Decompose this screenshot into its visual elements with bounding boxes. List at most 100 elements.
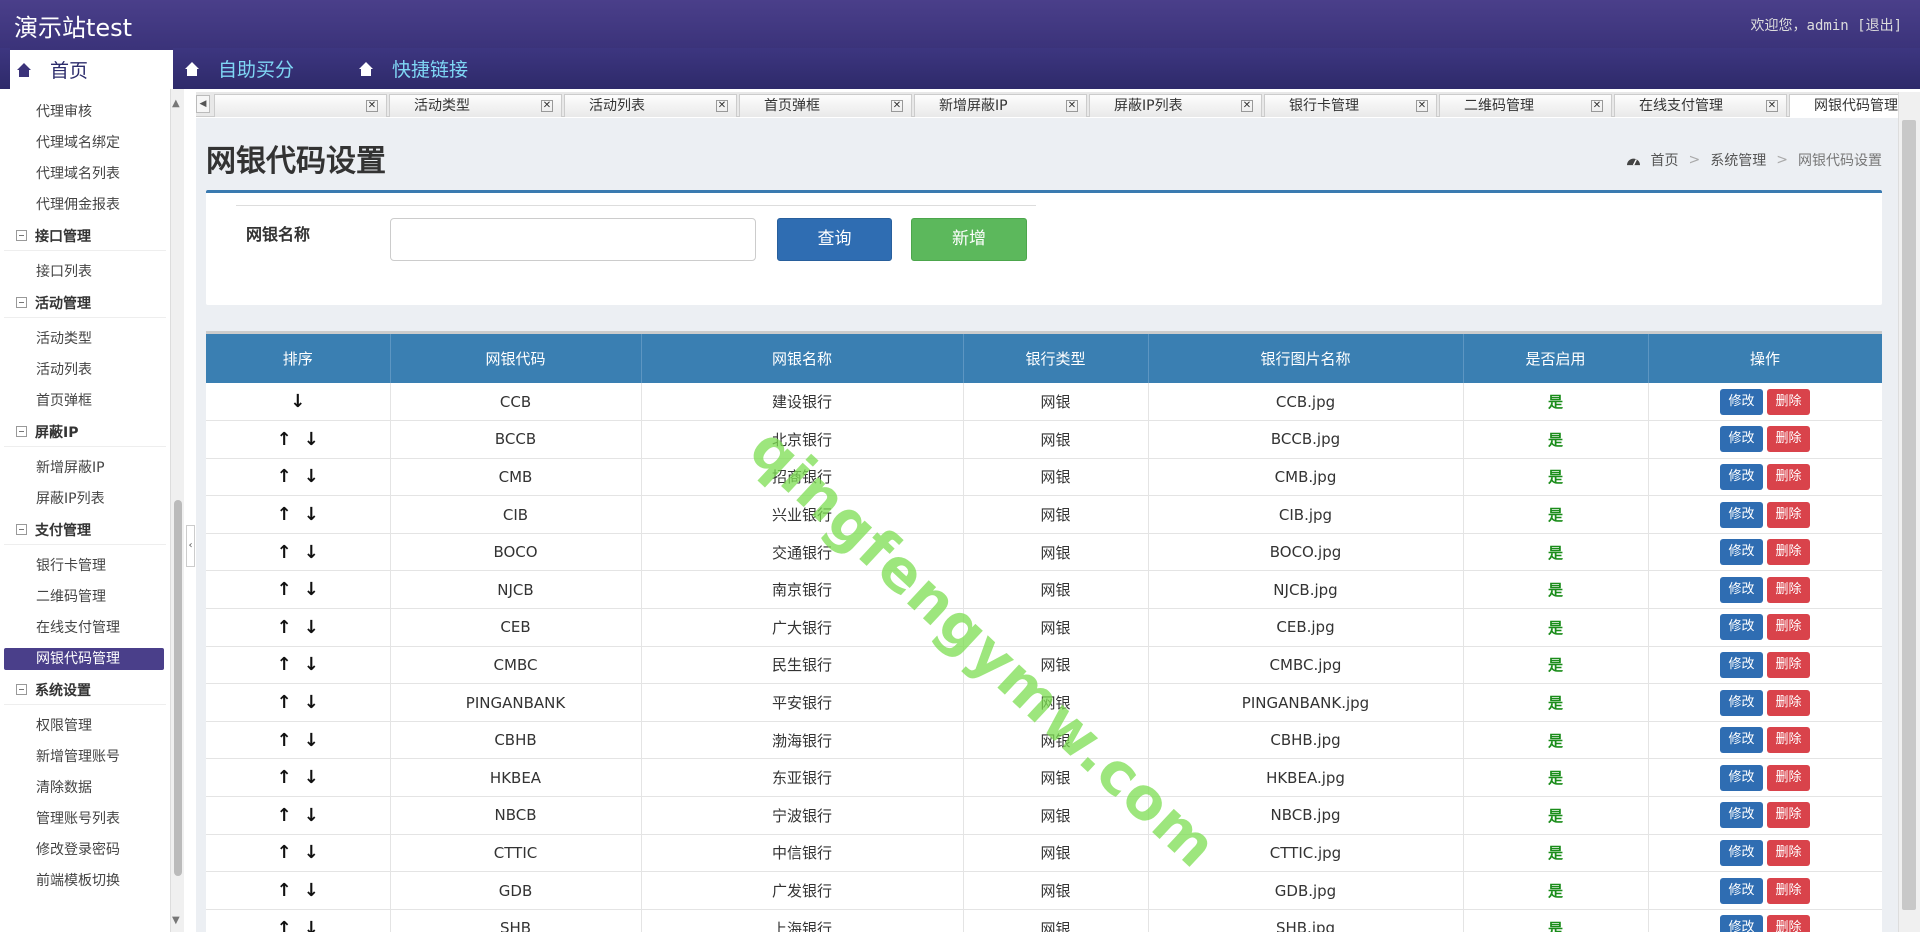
sidebar-item[interactable]: 代理域名列表	[0, 159, 170, 190]
move-up-icon[interactable]: ↑	[277, 692, 292, 713]
close-icon[interactable]: ✕	[366, 100, 378, 112]
sidebar-section[interactable]: 接口管理	[4, 221, 166, 251]
sidebar-item[interactable]: 网银代码管理	[4, 648, 164, 670]
delete-button[interactable]: 删除	[1767, 764, 1810, 791]
page-scroll-thumb[interactable]	[1902, 120, 1916, 910]
edit-button[interactable]: 修改	[1720, 539, 1763, 566]
sidebar-section[interactable]: 支付管理	[4, 515, 166, 545]
sidebar-item[interactable]: 代理域名绑定	[0, 128, 170, 159]
add-button[interactable]: 新增	[911, 218, 1027, 261]
edit-button[interactable]: 修改	[1720, 689, 1763, 716]
move-down-icon[interactable]: ↓	[304, 617, 319, 638]
move-down-icon[interactable]: ↓	[304, 918, 319, 932]
edit-button[interactable]: 修改	[1720, 915, 1763, 932]
move-up-icon[interactable]: ↑	[277, 429, 292, 450]
move-down-icon[interactable]: ↓	[304, 429, 319, 450]
sidebar-section[interactable]: 系统设置	[4, 675, 166, 705]
delete-button[interactable]: 删除	[1767, 802, 1810, 829]
tab[interactable]: ✕ 二维码管理	[1439, 94, 1612, 117]
breadcrumb-home[interactable]: 首页	[1651, 150, 1679, 170]
edit-button[interactable]: 修改	[1720, 839, 1763, 866]
sidebar-scroll-thumb[interactable]	[174, 500, 182, 876]
close-icon[interactable]: ✕	[716, 100, 728, 112]
edit-button[interactable]: 修改	[1720, 576, 1763, 603]
breadcrumb-system[interactable]: 系统管理	[1710, 150, 1766, 170]
move-up-icon[interactable]: ↑	[277, 842, 292, 863]
sidebar-item[interactable]: 权限管理	[0, 711, 170, 742]
delete-button[interactable]: 删除	[1767, 839, 1810, 866]
delete-button[interactable]: 删除	[1767, 539, 1810, 566]
sidebar-item[interactable]: 银行卡管理	[0, 551, 170, 582]
close-icon[interactable]: ✕	[1416, 100, 1428, 112]
tab[interactable]: ✕ 活动类型	[389, 94, 562, 117]
close-icon[interactable]: ✕	[1066, 100, 1078, 112]
tab[interactable]: ✕ 新增屏蔽IP	[914, 94, 1087, 117]
delete-button[interactable]: 删除	[1767, 727, 1810, 754]
sidebar-item[interactable]: 代理佣金报表	[0, 190, 170, 221]
edit-button[interactable]: 修改	[1720, 802, 1763, 829]
sidebar-item[interactable]: 在线支付管理	[0, 613, 170, 644]
move-up-icon[interactable]: ↑	[277, 542, 292, 563]
tab[interactable]: ✕ 活动列表	[564, 94, 737, 117]
move-down-icon[interactable]: ↓	[304, 805, 319, 826]
sidebar-item[interactable]: 管理账号列表	[0, 804, 170, 835]
close-icon[interactable]: ✕	[1766, 100, 1778, 112]
move-down-icon[interactable]: ↓	[304, 504, 319, 525]
delete-button[interactable]: 删除	[1767, 689, 1810, 716]
move-down-icon[interactable]: ↓	[304, 880, 319, 901]
move-down-icon[interactable]: ↓	[304, 542, 319, 563]
move-down-icon[interactable]: ↓	[304, 730, 319, 751]
delete-button[interactable]: 删除	[1767, 501, 1810, 528]
move-up-icon[interactable]: ↑	[277, 579, 292, 600]
delete-button[interactable]: 删除	[1767, 651, 1810, 678]
delete-button[interactable]: 删除	[1767, 426, 1810, 453]
edit-button[interactable]: 修改	[1720, 426, 1763, 453]
move-up-icon[interactable]: ↑	[277, 805, 292, 826]
sidebar-item[interactable]: 接口列表	[0, 257, 170, 288]
edit-button[interactable]: 修改	[1720, 727, 1763, 754]
tab[interactable]: ✕ 银行卡管理	[1264, 94, 1437, 117]
move-down-icon[interactable]: ↓	[304, 767, 319, 788]
move-up-icon[interactable]: ↑	[277, 730, 292, 751]
delete-button[interactable]: 删除	[1767, 463, 1810, 490]
tab-scroll-left-icon[interactable]: ◀	[196, 95, 210, 113]
delete-button[interactable]: 删除	[1767, 388, 1810, 415]
close-icon[interactable]: ✕	[1591, 100, 1603, 112]
sidebar-item[interactable]: 二维码管理	[0, 582, 170, 613]
sidebar-item[interactable]: 前端模板切换	[0, 866, 170, 897]
move-up-icon[interactable]: ↑	[277, 918, 292, 932]
sidebar-section[interactable]: 活动管理	[4, 288, 166, 318]
edit-button[interactable]: 修改	[1720, 764, 1763, 791]
sidebar-item[interactable]: 首页弹框	[0, 386, 170, 417]
sidebar-section[interactable]: 屏蔽IP	[4, 417, 166, 447]
edit-button[interactable]: 修改	[1720, 614, 1763, 641]
nav-home[interactable]: 首页	[10, 48, 173, 89]
query-button[interactable]: 查询	[777, 218, 892, 261]
sidebar-collapse-icon[interactable]: ‹	[186, 525, 195, 567]
tab[interactable]: ✕ 屏蔽IP列表	[1089, 94, 1262, 117]
close-icon[interactable]: ✕	[541, 100, 553, 112]
sidebar-item[interactable]: 修改登录密码	[0, 835, 170, 866]
edit-button[interactable]: 修改	[1720, 388, 1763, 415]
move-up-icon[interactable]: ↑	[277, 617, 292, 638]
move-down-icon[interactable]: ↓	[304, 692, 319, 713]
sidebar-item[interactable]: 代理审核	[0, 97, 170, 128]
edit-button[interactable]: 修改	[1720, 501, 1763, 528]
edit-button[interactable]: 修改	[1720, 651, 1763, 678]
edit-button[interactable]: 修改	[1720, 877, 1763, 904]
edit-button[interactable]: 修改	[1720, 463, 1763, 490]
move-down-icon[interactable]: ↓	[304, 466, 319, 487]
move-up-icon[interactable]: ↑	[277, 880, 292, 901]
logout-link[interactable]: [退出]	[1857, 18, 1902, 34]
sidebar-item[interactable]: 清除数据	[0, 773, 170, 804]
move-down-icon[interactable]: ↓	[304, 654, 319, 675]
close-icon[interactable]: ✕	[891, 100, 903, 112]
tab[interactable]: ✕	[214, 94, 387, 117]
scroll-up-icon[interactable]: ▲	[172, 98, 180, 109]
move-down-icon[interactable]: ↓	[304, 842, 319, 863]
nav-self-buy[interactable]: 自助买分	[184, 48, 294, 89]
delete-button[interactable]: 删除	[1767, 614, 1810, 641]
delete-button[interactable]: 删除	[1767, 915, 1810, 932]
sidebar-item[interactable]: 活动列表	[0, 355, 170, 386]
move-down-icon[interactable]: ↓	[304, 579, 319, 600]
